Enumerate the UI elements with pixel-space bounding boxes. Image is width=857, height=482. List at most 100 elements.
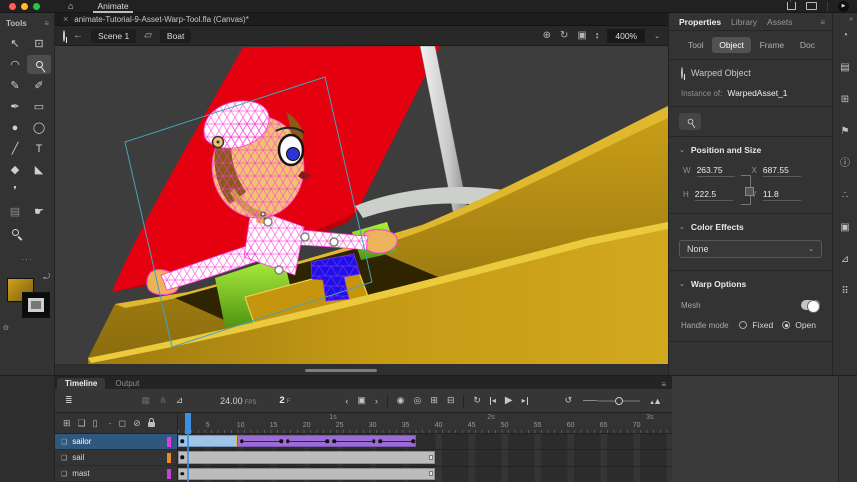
components-panel-icon[interactable]: ⠿ <box>841 287 848 297</box>
frames-row-mast[interactable] <box>178 467 672 482</box>
frame-span[interactable] <box>178 468 435 480</box>
subtab-tool[interactable]: Tool <box>681 37 711 53</box>
keyframe-dot[interactable] <box>286 439 290 443</box>
swap-colors-icon[interactable]: ⤾ <box>43 272 50 282</box>
x-field[interactable]: 687.55 <box>763 165 801 177</box>
keyframe-dot[interactable] <box>326 439 330 443</box>
zoom-tool-icon[interactable] <box>3 223 27 242</box>
hand-tool-icon[interactable]: ☛ <box>27 202 51 221</box>
edit-multiple-frames-icon[interactable]: ⊞ <box>430 395 438 406</box>
new-folder-icon[interactable]: ❏ <box>78 418 86 429</box>
maximize-window-button[interactable] <box>33 3 40 10</box>
stage-canvas[interactable] <box>55 46 668 375</box>
home-icon[interactable]: ⌂ <box>68 1 73 11</box>
center-frame-icon[interactable]: ▣ <box>357 395 366 406</box>
tab-timeline[interactable]: Timeline <box>57 378 105 389</box>
y-field[interactable]: 11.8 <box>763 189 801 201</box>
lasso-tool-icon[interactable]: ◠ <box>3 55 27 74</box>
layer-name[interactable]: sailor <box>72 437 91 446</box>
transform-panel-icon[interactable]: ⊞ <box>841 95 849 105</box>
zoom-dropdown-icon[interactable]: ⌄ <box>654 32 660 40</box>
info-panel-icon[interactable]: ⓘ <box>840 159 850 169</box>
subtab-doc[interactable]: Doc <box>793 37 822 53</box>
history-panel-icon[interactable]: ⊿ <box>841 255 849 265</box>
keyframe-dot[interactable] <box>412 439 416 443</box>
layer-color-chip[interactable] <box>167 469 171 479</box>
horizontal-scrollbar[interactable] <box>305 369 377 372</box>
keyframe-dot[interactable] <box>181 472 185 476</box>
mesh-control-point[interactable] <box>264 218 272 226</box>
fps-field[interactable]: 24.00 FPS <box>220 396 256 406</box>
current-frame-field[interactable]: 2 F <box>279 395 290 406</box>
layer-row-sailor[interactable]: ❏ sailor <box>55 434 177 450</box>
layers-icon[interactable]: ≣ <box>65 395 73 406</box>
breadcrumb-symbol[interactable]: Boat <box>160 29 192 43</box>
layer-name[interactable]: mast <box>72 469 89 478</box>
playhead[interactable] <box>185 413 192 434</box>
tab-library[interactable]: Library <box>731 17 757 27</box>
stroke-color-swatch[interactable] <box>22 292 50 318</box>
pen-tool-icon[interactable]: ✒ <box>3 97 27 116</box>
next-keyframe-icon[interactable]: › <box>375 396 378 406</box>
onion-outline-icon[interactable]: ◎ <box>414 395 422 406</box>
loop-icon[interactable]: ↻ <box>473 395 481 406</box>
cc-libraries-icon[interactable]: ◔ <box>842 31 848 41</box>
chevron-down-icon[interactable]: ⌄ <box>679 146 685 154</box>
fragments-panel-icon[interactable]: ▣ <box>840 223 849 233</box>
height-field[interactable]: 222.5 <box>695 189 733 201</box>
keyframe-dot[interactable] <box>372 439 376 443</box>
rectangle-tool-icon[interactable]: ▭ <box>27 97 51 116</box>
tools-menu-icon[interactable]: ≡ <box>44 19 48 28</box>
tab-properties[interactable]: Properties <box>679 17 721 27</box>
prev-keyframe-icon[interactable]: ‹ <box>345 396 348 406</box>
onion-skin-icon[interactable]: ◉ <box>397 395 405 406</box>
radio-fixed[interactable] <box>739 321 747 329</box>
width-field[interactable]: 263.75 <box>697 165 735 177</box>
camera-tool-icon[interactable]: ▤ <box>3 202 27 221</box>
more-tools[interactable]: ··· <box>0 254 54 264</box>
fluid-brush-tool-icon[interactable]: ✎ <box>3 76 27 95</box>
layer-name[interactable]: sail <box>72 453 84 462</box>
breadcrumb-scene[interactable]: Scene 1 <box>91 29 136 43</box>
layer-color-chip[interactable] <box>167 453 171 463</box>
line-tool-icon[interactable]: ╱ <box>3 139 27 158</box>
frames-row-sail[interactable] <box>178 450 672 466</box>
keyframe-dot[interactable] <box>181 439 185 443</box>
outline-layer-icon[interactable]: ◻ <box>119 418 126 429</box>
mesh-control-point[interactable] <box>301 233 309 241</box>
mesh-control-point[interactable] <box>330 238 338 246</box>
frames-row-sailor[interactable] <box>178 434 672 450</box>
slider-knob[interactable] <box>615 397 623 405</box>
keyframe-dot[interactable] <box>280 439 284 443</box>
layer-color-chip[interactable] <box>167 437 171 447</box>
classic-brush-tool-icon[interactable]: ✐ <box>27 76 51 95</box>
asset-warp-tool-icon[interactable] <box>27 55 51 74</box>
workspace-icon[interactable] <box>806 2 817 10</box>
zoom-stepper[interactable]: ▴▾ <box>596 32 599 40</box>
text-tool-icon[interactable]: T <box>27 139 51 158</box>
new-layer-icon[interactable]: ⊞ <box>63 418 71 429</box>
subtab-object[interactable]: Object <box>712 37 751 53</box>
lock-layers-icon[interactable] <box>148 422 155 427</box>
bone-icon[interactable]: ⋔ <box>159 395 167 406</box>
close-document-icon[interactable]: × <box>63 14 68 24</box>
keyframe-dot[interactable] <box>332 439 336 443</box>
highlight-layer-icon[interactable]: · <box>109 418 112 428</box>
oval-primitive-tool-icon[interactable]: ◯ <box>27 118 51 137</box>
center-stage-icon[interactable]: ⊕ <box>543 30 551 41</box>
frame-range-icon[interactable]: ⊟ <box>447 395 455 406</box>
hide-layers-icon[interactable]: ⊘ <box>133 418 141 429</box>
frame-span[interactable] <box>178 451 435 463</box>
step-forward-icon[interactable]: ▸ <box>522 397 528 405</box>
rotation-tool-icon[interactable]: ↻ <box>560 30 568 41</box>
brush-library-icon[interactable]: ∴ <box>842 191 848 201</box>
eyedropper-tool-icon[interactable]: ❜ <box>3 181 27 200</box>
graph-editor-icon[interactable]: ⊿ <box>176 395 184 406</box>
tab-assets[interactable]: Assets <box>767 17 793 27</box>
reset-timeline-zoom-icon[interactable]: ↺ <box>565 395 573 406</box>
mesh-control-point[interactable] <box>275 266 283 274</box>
layer-row-sail[interactable]: ❏ sail <box>55 450 177 466</box>
tab-output[interactable]: Output <box>107 378 147 389</box>
radio-open[interactable] <box>782 321 790 329</box>
free-transform-tool-icon[interactable]: ⊡ <box>27 34 51 53</box>
